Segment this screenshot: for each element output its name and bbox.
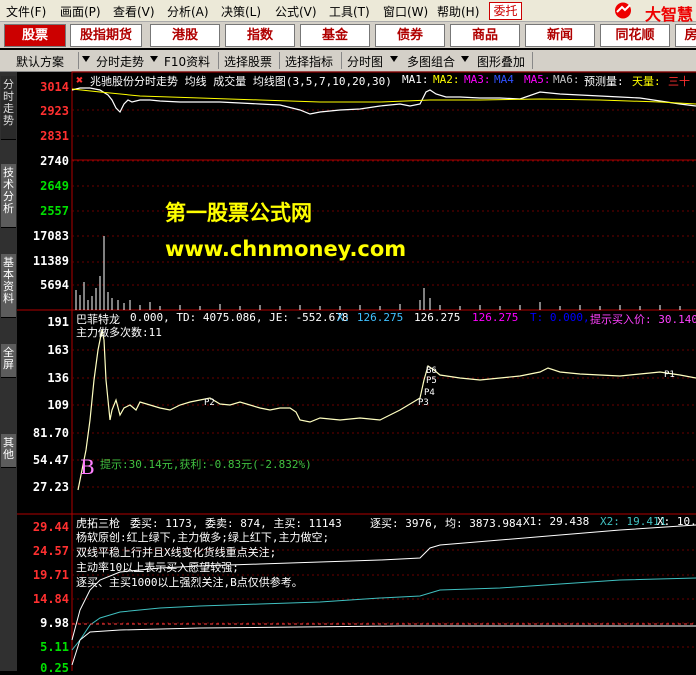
price-panel-title: 兆驰股份分时走势 均线 成交量 均线图(3,5,7,10,20,30): [90, 75, 392, 88]
buy-point-marker: B: [80, 455, 95, 479]
peak-volume-label: 天量:: [632, 75, 661, 88]
price-axis-label: 2740: [40, 154, 69, 168]
ma1-label: MA1:: [402, 73, 429, 86]
price-axis-label: 2649: [40, 179, 69, 193]
indicator2-axis-label: 19.71: [32, 568, 69, 582]
indicator1-buy-price: 提示买入价: 30.140: [590, 313, 696, 326]
indicator2-x1-value: X1: 29.438: [523, 515, 590, 528]
volume-axis-label: 11389: [32, 254, 69, 268]
price-axis-label: 2557: [40, 204, 69, 218]
indicator1-axis-label: 81.70: [32, 426, 69, 440]
indicator2-desc-line: 杨软原创:红上绿下,主力做多;绿上红下,主力做空;: [76, 531, 330, 544]
ma2-label: MA2:: [433, 73, 460, 86]
price-panel-frame: [71, 71, 696, 311]
indicator2-desc-line: 双线平稳上行并且X线变化货线重点关注;: [76, 546, 277, 559]
indicator1-x3-value: 126.275: [472, 311, 519, 324]
indicator2-axis-label: 5.11: [40, 640, 69, 654]
indicator1-axis-label: 163: [47, 343, 69, 357]
indicator2-axis-label: 0.25: [40, 661, 69, 675]
volume-axis-label: 17083: [32, 229, 69, 243]
indicator1-t-value: T: 0.000,: [530, 311, 590, 324]
indicator2-axis-label: 24.57: [32, 544, 69, 558]
indicator1-axis-label: 109: [47, 398, 69, 412]
indicator1-subtitle: 主力做多次数:11: [76, 326, 162, 339]
indicator2-values-2: 逐买: 3976, 均: 3873.984: [370, 517, 523, 530]
indicator1-x-value: X: 126.275: [337, 311, 404, 324]
watermark-title: 第一股票公式网: [165, 201, 312, 225]
signal-marker: P5: [426, 376, 437, 386]
watermark-url: www.chnmoney.com: [165, 237, 407, 261]
signal-marker: P2: [204, 398, 215, 408]
volume-axis-label: 5694: [40, 278, 69, 292]
signal-marker: P1: [664, 370, 675, 380]
price-axis-label: 2923: [40, 104, 69, 118]
indicator2-axis-label: 29.44: [32, 520, 69, 534]
ma6-label: MA6:: [553, 73, 580, 86]
ma4-label: MA4: [494, 73, 514, 86]
indicator2-desc-line: 逐买、主买1000以上强烈关注,B点仅供参考。: [76, 576, 303, 589]
signal-marker: P4: [424, 388, 435, 398]
indicator2-x-line: [71, 625, 696, 666]
indicator2-desc-line: 主动率10以上表示买入愿望较强;: [76, 561, 239, 574]
price-axis-label: 3014: [40, 80, 69, 94]
price-axis-label: 2831: [40, 129, 69, 143]
indicator2-axis-label: 9.98: [40, 616, 69, 630]
ma3-label: MA3:: [464, 73, 491, 86]
forecast-volume-label: 预测量:: [584, 75, 624, 88]
indicator1-hint: 提示:30.14元,获利:-0.83元(-2.832%): [100, 458, 312, 471]
thirty-label: 三十: [668, 75, 690, 88]
indicator2-x-value: X: 10.0: [657, 515, 696, 528]
ma5-label: MA5:: [524, 73, 551, 86]
indicator2-axis-label: 14.84: [32, 592, 69, 606]
indicator1-axis-label: 191: [47, 315, 69, 329]
signal-marker: P3: [418, 398, 429, 408]
indicator1-axis-label: 27.23: [32, 480, 69, 494]
indicator1-axis-label: 136: [47, 371, 69, 385]
indicator1-axis-label: 54.47: [32, 453, 69, 467]
indicator1-x2-value: 126.275: [414, 311, 461, 324]
close-icon[interactable]: ✖: [76, 73, 83, 87]
indicator1-values: 0.000, TD: 4075.086, JE: -552.678: [130, 311, 349, 324]
signal-marker: B6: [426, 366, 437, 376]
